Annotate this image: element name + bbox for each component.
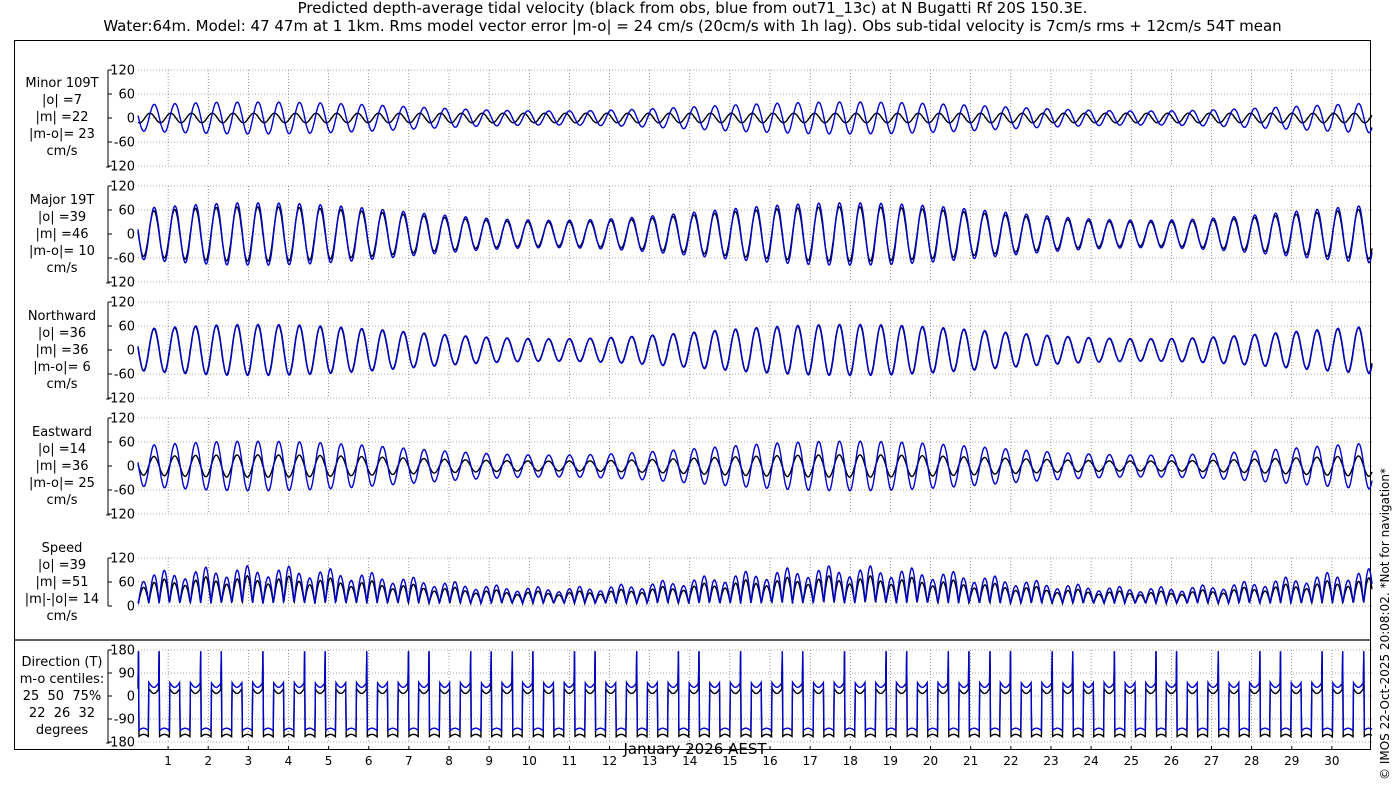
x-tick-label: 19	[883, 754, 898, 768]
panel-label: Northward |o| =36 |m| =36 |m-o|= 6 cm/s	[16, 308, 108, 393]
y-tick-label: 0	[127, 112, 135, 127]
y-tick-label: -60	[114, 368, 135, 383]
y-tick-label: 120	[110, 64, 135, 79]
y-tick-label: -60	[114, 484, 135, 499]
x-tick-label: 18	[843, 754, 858, 768]
panel-label-line: Major 19T	[29, 193, 95, 208]
panel-label-line: Minor 109T	[25, 76, 99, 91]
y-tick-label: 0	[127, 600, 135, 615]
y-tick-label: -120	[105, 160, 135, 175]
x-tick-label: 1	[164, 754, 172, 768]
y-tick-label: 120	[110, 296, 135, 311]
x-tick-label: 20	[923, 754, 938, 768]
x-tick-label: 4	[285, 754, 293, 768]
panel-label-line: degrees	[35, 723, 89, 738]
panel-label-line: |m-o|= 6	[33, 360, 91, 375]
y-tick-label: -120	[105, 508, 135, 523]
panel-label-line: |m-o|= 25	[29, 476, 95, 491]
x-tick-label: 24	[1083, 754, 1098, 768]
x-tick-label: 27	[1204, 754, 1219, 768]
x-tick-label: 7	[405, 754, 413, 768]
panel-label-line: |m| =36	[35, 459, 89, 474]
y-tick-label: 0	[127, 690, 135, 705]
y-tick-label: 90	[118, 667, 135, 682]
y-tick-label: 120	[110, 180, 135, 195]
y-tick-label: 60	[118, 320, 135, 335]
x-tick-label: 6	[365, 754, 373, 768]
x-tick-label: 29	[1284, 754, 1299, 768]
x-tick-label: 9	[485, 754, 493, 768]
panel-label-line: Direction (T)	[21, 655, 103, 670]
panel-label-line: Northward	[27, 309, 97, 324]
panel-label: Minor 109T |o| =7 |m| =22 |m-o|= 23 cm/s	[16, 75, 108, 160]
panel-label: Eastward |o| =14 |m| =36 |m-o|= 25 cm/s	[16, 424, 108, 509]
panel-label-line: |m| =51	[35, 575, 89, 590]
x-tick-label: 22	[1003, 754, 1018, 768]
x-tick-label: 23	[1043, 754, 1058, 768]
x-tick-label: 8	[445, 754, 453, 768]
x-tick-label: 21	[963, 754, 978, 768]
panel-label-line: |m|-|o|= 14	[24, 592, 100, 607]
panel-label-line: |o| =7	[41, 93, 82, 108]
panel-label-line: |m| =36	[35, 343, 89, 358]
x-tick-label: 28	[1244, 754, 1259, 768]
tidal-velocity-plots: -120-60060120-120-60060120-120-60060120-…	[14, 64, 1373, 768]
panel-label-line: |m| =46	[35, 227, 89, 242]
y-tick-label: 60	[118, 576, 135, 591]
panel-label-line: 22 26 32	[28, 706, 96, 721]
y-tick-label: 0	[127, 344, 135, 359]
y-tick-label: -90	[114, 713, 135, 728]
series-model-line	[137, 101, 1373, 135]
y-tick-label: 0	[127, 228, 135, 243]
panel-label-line: Eastward	[31, 425, 93, 440]
copyright-notice: © IMOS 22-Oct-2025 20:08:02. *Not for na…	[1378, 468, 1392, 780]
y-tick-label: -60	[114, 252, 135, 267]
panel-label-line: |o| =39	[37, 210, 87, 225]
panel-label-line: m-o centiles:	[19, 672, 105, 687]
y-tick-label: -180	[105, 736, 135, 751]
y-tick-label: 0	[127, 460, 135, 475]
y-tick-label: 60	[118, 204, 135, 219]
y-tick-label: 180	[110, 644, 135, 659]
x-tick-label: 2	[204, 754, 212, 768]
panel-label-line: cm/s	[46, 493, 78, 508]
y-tick-label: 120	[110, 552, 135, 567]
panel-label-line: 25 50 75%	[22, 689, 102, 704]
x-tick-label: 10	[522, 754, 537, 768]
series-model-line	[137, 323, 1373, 377]
x-tick-label: 30	[1324, 754, 1339, 768]
panel-label-line: |o| =36	[37, 326, 87, 341]
panel-label: Major 19T |o| =39 |m| =46 |m-o|= 10 cm/s	[16, 192, 108, 277]
y-tick-label: 60	[118, 436, 135, 451]
panel-label: Speed |o| =39 |m| =51 |m|-|o|= 14 cm/s	[16, 540, 108, 625]
x-tick-label: 5	[325, 754, 333, 768]
panel-label-line: cm/s	[46, 609, 78, 624]
panel-label-line: Speed	[41, 541, 83, 556]
y-tick-label: 60	[118, 88, 135, 103]
panel-label-line: |m-o|= 23	[29, 127, 95, 142]
panel-label: Direction (T) m-o centiles: 25 50 75% 22 26…	[16, 654, 108, 739]
x-tick-label: 25	[1124, 754, 1139, 768]
y-tick-label: 120	[110, 412, 135, 427]
panel-label-line: cm/s	[46, 261, 78, 276]
panel-label-line: |m-o|= 10	[29, 244, 95, 259]
y-tick-label: -120	[105, 276, 135, 291]
series-model-line	[137, 440, 1373, 492]
y-tick-label: -60	[114, 136, 135, 151]
y-tick-label: -120	[105, 392, 135, 407]
panel-label-line: |o| =14	[37, 442, 87, 457]
panel-label-line: cm/s	[46, 144, 78, 159]
x-tick-label: 3	[245, 754, 253, 768]
series-model-line	[137, 202, 1373, 266]
panel-label-line: |o| =39	[37, 558, 87, 573]
x-axis-title: January 2026 AEST	[623, 740, 767, 758]
x-tick-label: 26	[1164, 754, 1179, 768]
panel-label-line: cm/s	[46, 377, 78, 392]
panel-label-line: |m| =22	[35, 110, 89, 125]
